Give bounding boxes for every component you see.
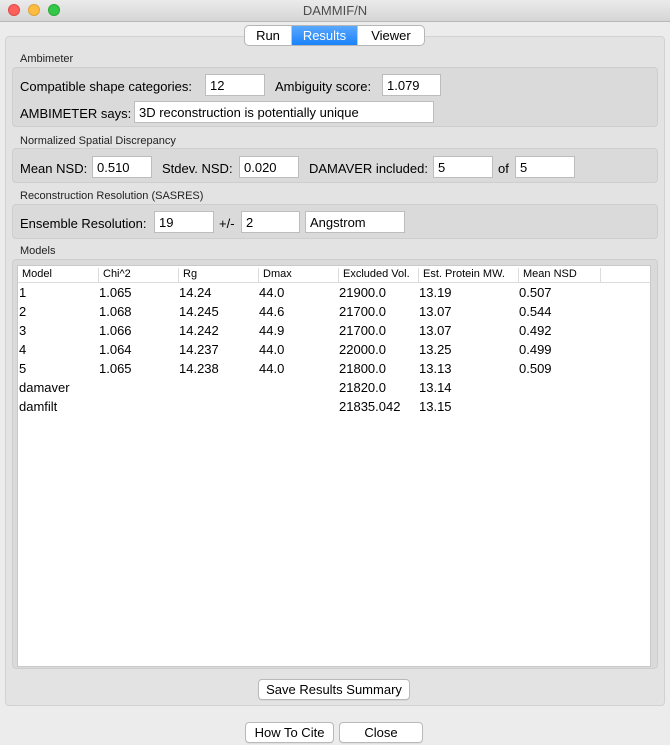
- column-header-spacer: [600, 268, 650, 282]
- table-row[interactable]: 2 1.068 14.245 44.6 21700.0 13.07 0.544: [18, 303, 650, 322]
- cell-mean-nsd: 0.507: [519, 285, 552, 300]
- of-label: of: [498, 161, 509, 176]
- cell-excluded-vol: 21700.0: [339, 304, 386, 319]
- cell-model: 1: [19, 285, 27, 300]
- tab-bar: Run Results Viewer: [244, 25, 425, 46]
- cell-protein-mw: 13.13: [419, 361, 452, 376]
- plus-minus-label: +/-: [219, 216, 235, 231]
- cell-rg: 14.238: [179, 361, 219, 376]
- models-table[interactable]: Model Chi^2 Rg Dmax Excluded Vol. Est. P…: [17, 265, 651, 667]
- cell-excluded-vol: 21900.0: [339, 285, 386, 300]
- categories-field[interactable]: 12: [205, 74, 265, 96]
- stdev-nsd-label: Stdev. NSD:: [162, 161, 233, 176]
- cell-excluded-vol: 21700.0: [339, 323, 386, 338]
- column-header-rg[interactable]: Rg: [178, 268, 258, 282]
- cell-chi2: 1.065: [99, 285, 132, 300]
- models-section-label: Models: [20, 245, 56, 257]
- cell-mean-nsd: 0.544: [519, 304, 552, 319]
- column-header-model[interactable]: Model: [18, 268, 98, 282]
- cell-chi2: 1.065: [99, 361, 132, 376]
- column-header-chi2[interactable]: Chi^2: [98, 268, 178, 282]
- cell-dmax: 44.0: [259, 361, 285, 376]
- column-header-dmax[interactable]: Dmax: [258, 268, 338, 282]
- cell-rg: 14.237: [179, 342, 219, 357]
- how-to-cite-button[interactable]: How To Cite: [245, 722, 334, 743]
- cell-protein-mw: 13.15: [419, 399, 452, 414]
- ambiguity-label: Ambiguity score:: [275, 79, 372, 94]
- cell-chi2: 1.064: [99, 342, 132, 357]
- column-header-protein-mw[interactable]: Est. Protein MW.: [418, 268, 518, 282]
- cell-mean-nsd: 0.509: [519, 361, 552, 376]
- save-results-summary-button[interactable]: Save Results Summary: [258, 679, 410, 700]
- mean-nsd-label: Mean NSD:: [20, 161, 88, 176]
- mean-nsd-field[interactable]: 0.510: [92, 156, 152, 178]
- damaver-included-label: DAMAVER included:: [309, 161, 428, 176]
- cell-excluded-vol: 21835.042: [339, 399, 401, 414]
- of-total-field[interactable]: 5: [515, 156, 575, 178]
- cell-protein-mw: 13.25: [419, 342, 452, 357]
- close-button[interactable]: Close: [339, 722, 423, 743]
- resolution-unit-field[interactable]: Angstrom: [305, 211, 405, 233]
- ensemble-resolution-label: Ensemble Resolution:: [20, 216, 147, 231]
- table-row[interactable]: 1 1.065 14.24 44.0 21900.0 13.19 0.507: [18, 284, 650, 303]
- nsd-section-label: Normalized Spatial Discrepancy: [20, 135, 176, 147]
- cell-excluded-vol: 21820.0: [339, 380, 386, 395]
- ensemble-resolution-field[interactable]: 19: [154, 211, 214, 233]
- tab-run[interactable]: Run: [245, 26, 292, 45]
- cell-chi2: 1.066: [99, 323, 132, 338]
- cell-protein-mw: 13.07: [419, 304, 452, 319]
- cell-protein-mw: 13.14: [419, 380, 452, 395]
- cell-excluded-vol: 22000.0: [339, 342, 386, 357]
- categories-label: Compatible shape categories:: [20, 79, 192, 94]
- cell-model: 2: [19, 304, 27, 319]
- cell-dmax: 44.0: [259, 285, 285, 300]
- window-title: DAMMIF/N: [302, 3, 368, 18]
- table-header: Model Chi^2 Rg Dmax Excluded Vol. Est. P…: [18, 266, 650, 283]
- cell-rg: 14.245: [179, 304, 219, 319]
- cell-mean-nsd: 0.499: [519, 342, 552, 357]
- title-bar: DAMMIF/N: [0, 0, 670, 22]
- cell-dmax: 44.6: [259, 304, 285, 319]
- cell-rg: 14.242: [179, 323, 219, 338]
- cell-dmax: 44.9: [259, 323, 285, 338]
- cell-excluded-vol: 21800.0: [339, 361, 386, 376]
- cell-mean-nsd: 0.492: [519, 323, 552, 338]
- cell-protein-mw: 13.07: [419, 323, 452, 338]
- table-row[interactable]: 3 1.066 14.242 44.9 21700.0 13.07 0.492: [18, 322, 650, 341]
- cell-model: damaver: [19, 380, 70, 395]
- cell-dmax: 44.0: [259, 342, 285, 357]
- tab-results[interactable]: Results: [292, 26, 357, 45]
- sasres-section-label: Reconstruction Resolution (SASRES): [20, 190, 204, 202]
- column-header-excluded-vol[interactable]: Excluded Vol.: [338, 268, 418, 282]
- cell-protein-mw: 13.19: [419, 285, 452, 300]
- table-row[interactable]: 5 1.065 14.238 44.0 21800.0 13.13 0.509: [18, 360, 650, 379]
- table-row[interactable]: damaver 21820.0 13.14: [18, 379, 650, 398]
- resolution-error-field[interactable]: 2: [241, 211, 300, 233]
- ambiguity-field[interactable]: 1.079: [382, 74, 441, 96]
- cell-rg: 14.24: [179, 285, 212, 300]
- ambimeter-says-label: AMBIMETER says:: [20, 106, 132, 121]
- cell-model: 3: [19, 323, 27, 338]
- table-row[interactable]: 4 1.064 14.237 44.0 22000.0 13.25 0.499: [18, 341, 650, 360]
- cell-model: 4: [19, 342, 27, 357]
- damaver-included-field[interactable]: 5: [433, 156, 493, 178]
- cell-model: 5: [19, 361, 27, 376]
- tab-viewer[interactable]: Viewer: [357, 26, 424, 45]
- ambimeter-section-label: Ambimeter: [20, 53, 74, 65]
- cell-chi2: 1.068: [99, 304, 132, 319]
- cell-model: damfilt: [19, 399, 58, 414]
- table-row[interactable]: damfilt 21835.042 13.15: [18, 398, 650, 417]
- ambimeter-says-field[interactable]: 3D reconstruction is potentially unique: [134, 101, 434, 123]
- column-header-mean-nsd[interactable]: Mean NSD: [518, 268, 600, 282]
- stdev-nsd-field[interactable]: 0.020: [239, 156, 299, 178]
